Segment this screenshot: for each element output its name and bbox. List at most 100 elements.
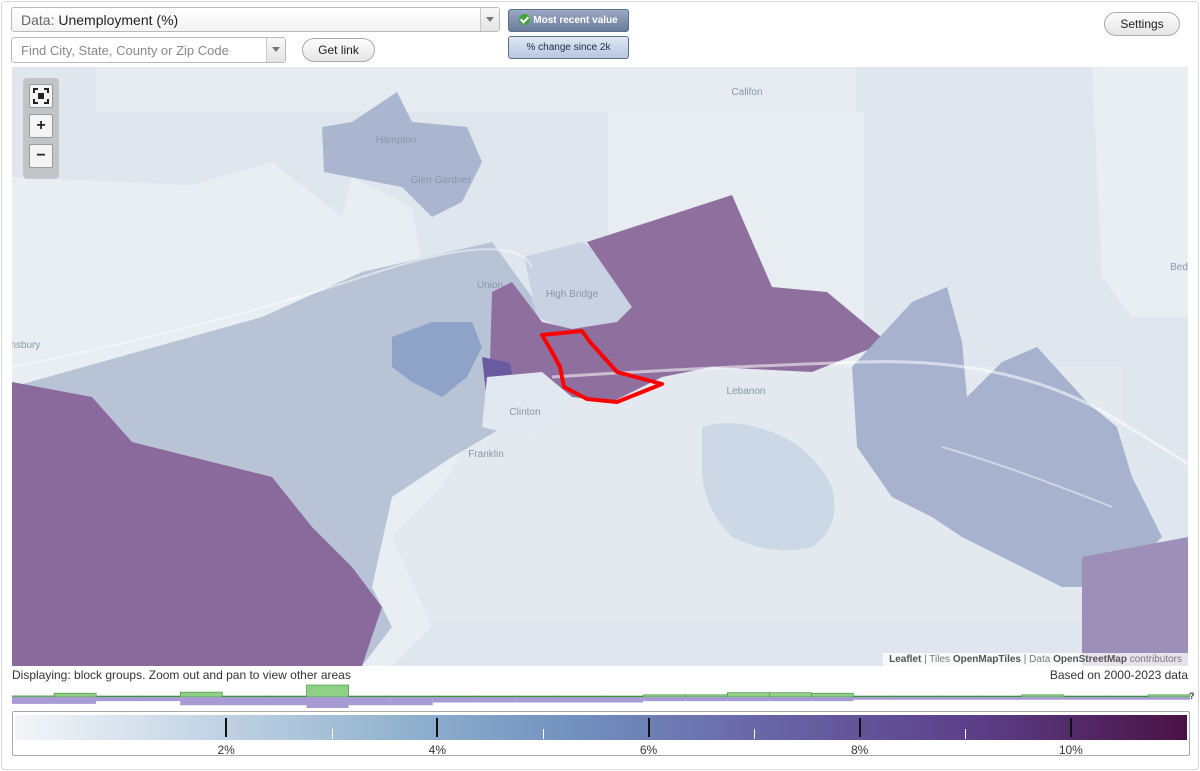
histogram-bar-upper xyxy=(726,692,770,698)
histogram-bar-upper xyxy=(895,695,938,698)
histogram-bar-lower xyxy=(222,697,265,706)
histogram-bar-lower xyxy=(727,697,770,702)
histogram-bar-lower xyxy=(138,697,181,702)
histogram-bar-lower xyxy=(474,697,517,703)
region-southeast xyxy=(1082,537,1188,666)
histogram-bar-lower xyxy=(180,697,223,706)
search-input[interactable] xyxy=(12,38,280,62)
place-label: Franklin xyxy=(468,449,504,460)
histogram-bar-lower xyxy=(390,697,433,706)
histogram-bar-upper xyxy=(642,694,686,698)
histogram-bar-lower xyxy=(516,697,559,703)
histogram-bar-lower xyxy=(643,697,686,702)
map-canvas xyxy=(12,67,1188,666)
place-label: High Bridge xyxy=(545,289,599,300)
histogram-bar-lower xyxy=(1021,697,1064,700)
histogram-bar-lower xyxy=(979,697,1022,700)
checkmark-icon xyxy=(519,14,531,25)
histogram-bar-upper xyxy=(600,695,644,698)
histogram-bar-lower xyxy=(96,697,139,702)
map-attribution: Leaflet | Tiles OpenMapTiles | Data Open… xyxy=(883,653,1188,666)
place-label: Lebanon xyxy=(726,386,766,397)
histogram-bar-lower xyxy=(54,697,97,704)
histogram-bar-upper xyxy=(558,695,602,698)
histogram-bar-upper xyxy=(853,695,896,698)
histogram-bar-upper xyxy=(1147,694,1190,698)
histogram-bar-upper xyxy=(1063,695,1107,698)
histogram-bar-lower xyxy=(853,697,896,700)
legend-minor-tick xyxy=(965,729,967,739)
settings-button[interactable]: Settings xyxy=(1104,12,1180,36)
legend-tick xyxy=(647,718,650,737)
leaflet-link[interactable]: Leaflet xyxy=(889,654,921,665)
legend-tick-label: 4% xyxy=(428,743,446,757)
histogram-unknown-marker: ? xyxy=(1189,691,1195,701)
color-legend[interactable]: 2% 4% 6% 8% 10% xyxy=(12,711,1190,757)
value-histogram xyxy=(12,684,1190,708)
histogram-bar-upper xyxy=(95,695,139,698)
fullscreen-icon xyxy=(33,88,49,104)
histogram-bar-lower xyxy=(685,697,728,702)
get-link-button[interactable]: Get link xyxy=(302,38,375,62)
histogram-bar-upper xyxy=(222,695,265,698)
histogram-bar-upper xyxy=(1105,695,1149,698)
data-selector-label: Data: Unemployment (%) xyxy=(21,12,179,28)
histogram-bar-lower xyxy=(1147,697,1190,700)
data-range-note: Based on 2000-2023 data xyxy=(1049,668,1188,682)
histogram-bar-lower xyxy=(1105,697,1148,700)
histogram-bar-lower xyxy=(558,697,601,703)
histogram-bar-upper xyxy=(306,684,349,698)
percent-change-toggle[interactable]: % change since 2k xyxy=(508,36,629,59)
histogram-bar-upper xyxy=(179,691,223,698)
histogram-bar-upper xyxy=(348,695,391,698)
histogram-bar-lower xyxy=(12,697,55,704)
histogram-bar-upper xyxy=(979,695,1023,698)
histogram-bar-upper xyxy=(137,695,181,698)
legend-tick xyxy=(858,718,861,737)
histogram-bar-lower xyxy=(306,697,349,708)
histogram-bar-upper xyxy=(264,695,307,698)
place-label: Clinton xyxy=(509,407,541,418)
histogram-bar-upper xyxy=(937,695,980,698)
legend-minor-tick xyxy=(331,729,333,739)
zoom-in-button[interactable]: + xyxy=(29,114,53,138)
histogram-bar-upper xyxy=(684,694,728,698)
histogram-bar-upper xyxy=(390,695,434,698)
legend-tick xyxy=(225,718,228,737)
place-label: Bed xyxy=(1170,262,1188,273)
place-label: Hampton xyxy=(375,135,417,146)
fullscreen-button[interactable] xyxy=(29,84,53,108)
legend-gradient: 2% 4% 6% 8% 10% xyxy=(15,715,1187,757)
histogram-bar-upper xyxy=(53,692,97,698)
histogram-bar-upper xyxy=(516,695,560,698)
legend-tick-label: 8% xyxy=(851,743,869,757)
data-selector[interactable]: Data: Unemployment (%) xyxy=(11,7,500,32)
map-view[interactable]: Califon Hampton Glen Gardner Union High … xyxy=(12,67,1188,666)
chevron-down-icon[interactable] xyxy=(480,8,499,31)
display-level-note: Displaying: block groups. Zoom out and p… xyxy=(12,668,351,682)
place-label: Glen Gardner xyxy=(410,175,472,186)
histogram-bar-lower xyxy=(348,697,391,706)
legend-tick-label: 6% xyxy=(639,743,658,757)
histogram-bar-lower xyxy=(895,697,938,700)
openstreetmap-link[interactable]: OpenStreetMap xyxy=(1053,654,1127,665)
legend-tick-label: 2% xyxy=(217,743,235,757)
histogram-bar-upper xyxy=(474,695,518,698)
region-northeast xyxy=(1092,67,1188,317)
legend-tick xyxy=(436,718,439,737)
toggle-label: Most recent value xyxy=(533,15,618,26)
histogram-bar-lower xyxy=(264,697,307,706)
place-label: msbury xyxy=(12,340,41,351)
most-recent-value-toggle[interactable]: Most recent value xyxy=(508,9,629,32)
zoom-out-button[interactable]: − xyxy=(29,144,53,168)
histogram-bar-upper xyxy=(768,692,812,698)
histogram-bar-lower xyxy=(769,697,812,702)
chevron-down-icon[interactable] xyxy=(266,38,285,62)
openmaptiles-link[interactable]: OpenMapTiles xyxy=(953,654,1021,665)
zoom-controls: + − xyxy=(23,78,59,179)
location-search[interactable] xyxy=(11,37,286,63)
legend-tick xyxy=(1069,718,1072,737)
legend-tick-label: 10% xyxy=(1058,743,1083,757)
histogram-bar-upper xyxy=(811,692,854,698)
histogram-bar-lower xyxy=(601,697,644,703)
